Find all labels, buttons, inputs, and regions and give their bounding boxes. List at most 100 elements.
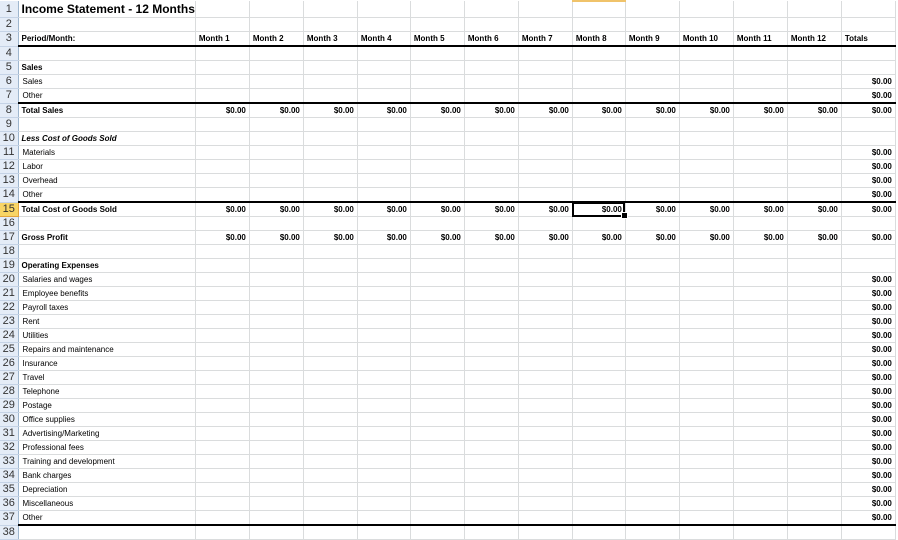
month-value-cell[interactable]: $0.00	[410, 230, 465, 245]
empty-cell[interactable]	[733, 258, 788, 273]
empty-cell[interactable]	[679, 440, 734, 455]
row-header[interactable]: 4	[0, 46, 19, 61]
empty-cell[interactable]	[572, 88, 626, 104]
empty-cell[interactable]	[303, 159, 358, 174]
empty-cell[interactable]	[303, 426, 358, 441]
empty-cell[interactable]	[464, 482, 519, 497]
empty-cell[interactable]	[410, 384, 465, 399]
empty-cell[interactable]	[357, 46, 411, 61]
empty-cell[interactable]	[572, 244, 626, 259]
empty-cell[interactable]	[357, 17, 411, 32]
empty-cell[interactable]	[303, 342, 358, 357]
empty-cell[interactable]	[518, 74, 573, 89]
month-value-cell[interactable]: $0.00	[464, 202, 519, 217]
month-value-cell[interactable]: $0.00	[357, 103, 411, 118]
row-header[interactable]: 18	[0, 244, 19, 259]
empty-cell[interactable]	[679, 342, 734, 357]
empty-cell[interactable]	[357, 117, 411, 132]
month-value-cell[interactable]: $0.00	[303, 230, 358, 245]
empty-cell[interactable]	[303, 74, 358, 89]
empty-cell[interactable]	[464, 314, 519, 329]
empty-cell[interactable]	[464, 525, 519, 540]
empty-cell[interactable]	[518, 398, 573, 413]
empty-cell[interactable]	[303, 117, 358, 132]
month-value-cell[interactable]: $0.00	[679, 103, 734, 118]
row-header[interactable]: 35	[0, 482, 19, 497]
total-value-cell[interactable]: $0.00	[841, 173, 896, 188]
total-value-cell[interactable]: $0.00	[841, 426, 896, 441]
empty-cell[interactable]	[410, 17, 465, 32]
empty-cell[interactable]	[572, 187, 626, 203]
empty-cell[interactable]	[572, 328, 626, 343]
empty-cell[interactable]	[18, 216, 196, 231]
month-value-cell[interactable]: $0.00	[733, 230, 788, 245]
empty-cell[interactable]	[195, 440, 250, 455]
month-value-cell[interactable]: $0.00	[625, 103, 680, 118]
empty-cell[interactable]	[249, 454, 304, 469]
empty-cell[interactable]	[357, 496, 411, 511]
empty-cell[interactable]	[195, 370, 250, 385]
total-value-cell[interactable]: $0.00	[841, 187, 896, 203]
column-header-month-12[interactable]: Month 12	[787, 31, 842, 47]
empty-cell[interactable]	[518, 159, 573, 174]
row-header[interactable]: 29	[0, 398, 19, 413]
empty-cell[interactable]	[464, 412, 519, 427]
empty-cell[interactable]	[249, 46, 304, 61]
empty-cell[interactable]	[518, 454, 573, 469]
empty-cell[interactable]	[410, 74, 465, 89]
row-header[interactable]: 2	[0, 17, 19, 32]
empty-cell[interactable]	[410, 159, 465, 174]
total-label[interactable]: Gross Profit	[18, 230, 196, 245]
month-value-cell[interactable]: $0.00	[357, 230, 411, 245]
empty-cell[interactable]	[195, 314, 250, 329]
empty-cell[interactable]	[195, 117, 250, 132]
empty-cell[interactable]	[679, 525, 734, 540]
empty-cell[interactable]	[841, 46, 896, 61]
line-item-label[interactable]: Depreciation	[18, 482, 196, 497]
empty-cell[interactable]	[625, 426, 680, 441]
spreadsheet-grid[interactable]: 1 Income Statement - 12 Months 2 3 Period/Mo…	[0, 0, 896, 540]
empty-cell[interactable]	[18, 525, 196, 540]
empty-cell[interactable]	[518, 60, 573, 75]
total-value-cell[interactable]: $0.00	[841, 202, 896, 217]
empty-cell[interactable]	[18, 244, 196, 259]
empty-cell[interactable]	[787, 356, 842, 371]
empty-cell[interactable]	[518, 244, 573, 259]
empty-cell[interactable]	[625, 525, 680, 540]
empty-cell[interactable]	[249, 468, 304, 483]
empty-cell[interactable]	[303, 525, 358, 540]
column-header-month-8[interactable]: Month 8	[572, 31, 626, 47]
empty-cell[interactable]	[464, 496, 519, 511]
empty-cell[interactable]	[357, 286, 411, 301]
total-value-cell[interactable]: $0.00	[841, 356, 896, 371]
empty-cell[interactable]	[733, 46, 788, 61]
empty-cell[interactable]	[303, 384, 358, 399]
empty-cell[interactable]	[572, 454, 626, 469]
empty-cell[interactable]	[572, 159, 626, 174]
line-item-label[interactable]: Office supplies	[18, 412, 196, 427]
empty-cell[interactable]	[841, 131, 896, 146]
empty-cell[interactable]	[303, 412, 358, 427]
empty-cell[interactable]	[195, 187, 250, 203]
empty-cell[interactable]	[625, 314, 680, 329]
empty-cell[interactable]	[410, 454, 465, 469]
empty-cell[interactable]	[787, 440, 842, 455]
row-header[interactable]: 22	[0, 300, 19, 315]
empty-cell[interactable]	[787, 216, 842, 231]
empty-cell[interactable]	[410, 46, 465, 61]
empty-cell[interactable]	[195, 510, 250, 526]
sheet-title[interactable]: Income Statement - 12 Months	[18, 1, 196, 18]
total-label[interactable]: Total Sales	[18, 103, 196, 118]
empty-cell[interactable]	[787, 510, 842, 526]
empty-cell[interactable]	[733, 145, 788, 160]
row-header[interactable]: 24	[0, 328, 19, 343]
empty-cell[interactable]	[249, 17, 304, 32]
column-header-totals[interactable]: Totals	[841, 31, 896, 47]
empty-cell[interactable]	[195, 412, 250, 427]
empty-cell[interactable]	[357, 159, 411, 174]
empty-cell[interactable]	[679, 1, 734, 18]
empty-cell[interactable]	[572, 17, 626, 32]
empty-cell[interactable]	[410, 412, 465, 427]
row-header[interactable]: 21	[0, 286, 19, 301]
empty-cell[interactable]	[787, 46, 842, 61]
